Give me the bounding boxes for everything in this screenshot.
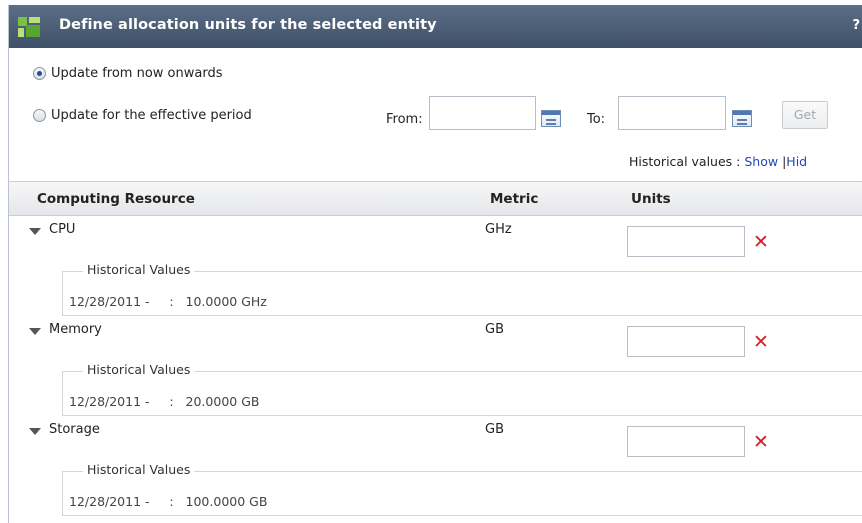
- from-date-input[interactable]: [429, 96, 536, 130]
- historical-values-legend: Historical Values: [83, 362, 195, 377]
- allocation-grid: Computing Resource Metric Units CPU GHz …: [9, 181, 862, 523]
- resource-name: Memory: [49, 322, 102, 337]
- grid-header: Computing Resource Metric Units: [9, 182, 862, 216]
- resource-metric: GB: [485, 422, 504, 437]
- column-header-units[interactable]: Units: [631, 191, 671, 207]
- update-now-label: Update from now onwards: [51, 65, 223, 81]
- get-button[interactable]: Get: [782, 101, 828, 129]
- to-date-input[interactable]: [618, 96, 726, 130]
- units-input[interactable]: [627, 226, 745, 257]
- resource-row-storage: Storage GB ✕ Historical Values 12/28/201…: [9, 416, 862, 516]
- update-period-option[interactable]: Update for the effective period: [33, 105, 252, 125]
- hide-history-link[interactable]: Hid: [786, 154, 807, 169]
- units-input[interactable]: [627, 426, 745, 457]
- dialog-title-bar: Define allocation units for the selected…: [9, 5, 862, 48]
- to-label: To:: [587, 112, 606, 127]
- historical-values-label: Historical values :: [629, 154, 741, 169]
- help-icon[interactable]: ?: [852, 18, 860, 33]
- from-calendar-icon[interactable]: [541, 110, 561, 127]
- update-now-radio[interactable]: [33, 66, 46, 80]
- show-history-link[interactable]: Show: [744, 154, 778, 169]
- resource-name: Storage: [49, 422, 100, 437]
- column-header-metric[interactable]: Metric: [490, 191, 538, 207]
- collapse-triangle-icon[interactable]: [29, 328, 41, 335]
- historical-values-legend: Historical Values: [83, 462, 195, 477]
- historical-values-group: Historical Values 12/28/2011 - : 20.0000…: [62, 362, 862, 416]
- collapse-triangle-icon[interactable]: [29, 228, 41, 235]
- update-now-option[interactable]: Update from now onwards: [33, 63, 223, 83]
- historical-value-entry: 12/28/2011 - : 10.0000 GHz: [69, 294, 267, 309]
- resource-row-memory: Memory GB ✕ Historical Values 12/28/2011…: [9, 316, 862, 416]
- historical-values-group: Historical Values 12/28/2011 - : 10.0000…: [62, 262, 862, 316]
- historical-values-toggle: Historical values : Show |Hid: [629, 154, 807, 169]
- update-period-label: Update for the effective period: [51, 107, 252, 123]
- resource-row-cpu: CPU GHz ✕ Historical Values 12/28/2011 -…: [9, 216, 862, 316]
- units-input[interactable]: [627, 326, 745, 357]
- historical-values-legend: Historical Values: [83, 262, 195, 277]
- resource-name: CPU: [49, 222, 76, 237]
- historical-value-entry: 12/28/2011 - : 100.0000 GB: [69, 494, 268, 509]
- column-header-resource[interactable]: Computing Resource: [37, 191, 195, 207]
- historical-value-entry: 12/28/2011 - : 20.0000 GB: [69, 394, 260, 409]
- historical-values-group: Historical Values 12/28/2011 - : 100.000…: [62, 462, 862, 516]
- resource-metric: GB: [485, 322, 504, 337]
- app-logo-icon: [18, 17, 40, 37]
- allocation-dialog: Define allocation units for the selected…: [8, 5, 862, 523]
- delete-x-icon[interactable]: ✕: [753, 233, 769, 252]
- collapse-triangle-icon[interactable]: [29, 428, 41, 435]
- to-calendar-icon[interactable]: [732, 110, 752, 127]
- update-period-radio[interactable]: [33, 108, 46, 122]
- from-label: From:: [386, 112, 423, 127]
- delete-x-icon[interactable]: ✕: [753, 433, 769, 452]
- dialog-title: Define allocation units for the selected…: [59, 17, 437, 33]
- delete-x-icon[interactable]: ✕: [753, 333, 769, 352]
- resource-metric: GHz: [485, 222, 512, 237]
